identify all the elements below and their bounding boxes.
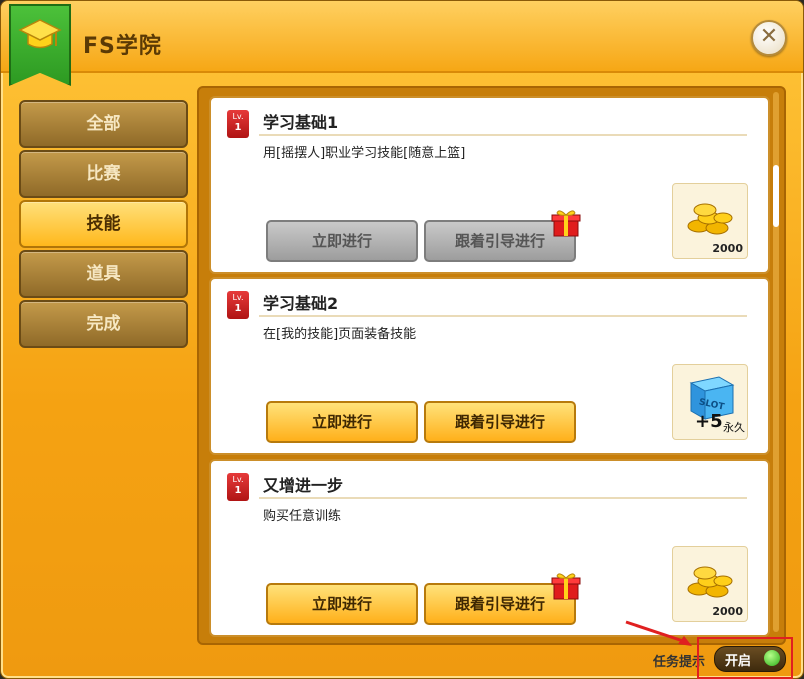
gift-icon (551, 573, 581, 600)
quest-description: 在[我的技能]页面装备技能 (263, 327, 417, 342)
level-badge: Lv. 1 (227, 473, 249, 501)
quest-card: Lv. 1 又增进一步 购买任意训练 立即进行 跟着引导进行 2000 (209, 459, 770, 637)
pointer-arrow-icon (625, 620, 692, 646)
level-badge: Lv. 1 (227, 110, 249, 138)
tab-all[interactable]: 全部 (19, 100, 188, 148)
toggle-label: 开启 (725, 654, 752, 669)
slot-duration: 永久 (723, 421, 745, 434)
start-now-button[interactable]: 立即进行 (266, 220, 418, 262)
reward-coins: 2000 (672, 183, 748, 259)
quest-title: 又增进一步 (263, 476, 344, 495)
reward-count: 2000 (712, 242, 743, 255)
tab-match[interactable]: 比赛 (19, 150, 188, 198)
tab-completed[interactable]: 完成 (19, 300, 188, 348)
close-icon[interactable]: ✕ (760, 24, 778, 49)
close-button[interactable]: ✕ (751, 20, 787, 56)
quest-description: 用[摇摆人]职业学习技能[随意上篮] (263, 146, 466, 161)
coins-icon (687, 566, 733, 598)
window-title: FS学院 (83, 34, 162, 59)
coins-icon (687, 203, 733, 235)
tab-items[interactable]: 道具 (19, 250, 188, 298)
quest-title: 学习基础2 (263, 294, 339, 313)
scrollbar-thumb[interactable] (773, 165, 779, 227)
gift-icon (551, 210, 581, 237)
toggle-indicator-icon (764, 650, 780, 666)
quest-card: Lv. 1 学习基础2 在[我的技能]页面装备技能 立即进行 跟着引导进行 SLO… (209, 277, 770, 455)
task-hint-toggle[interactable]: 开启 (714, 646, 786, 672)
quest-title: 学习基础1 (263, 113, 339, 132)
follow-guide-button[interactable]: 跟着引导进行 (424, 401, 576, 443)
slot-bonus: +5 (695, 411, 723, 432)
start-now-button[interactable]: 立即进行 (266, 401, 418, 443)
divider (259, 134, 747, 136)
quest-description: 购买任意训练 (263, 509, 342, 524)
divider (259, 315, 747, 317)
start-now-button[interactable]: 立即进行 (266, 583, 418, 625)
quest-card: Lv. 1 学习基础1 用[摇摆人]职业学习技能[随意上篮] 立即进行 跟着引导进… (209, 96, 770, 274)
reward-coins: 2000 (672, 546, 748, 622)
reward-count: 2000 (712, 605, 743, 618)
tab-skills[interactable]: 技能 (19, 200, 188, 248)
level-badge: Lv. 1 (227, 291, 249, 319)
reward-slot: SLOT +5 永久 (672, 364, 748, 440)
divider (259, 497, 747, 499)
graduation-cap-icon (18, 19, 62, 49)
